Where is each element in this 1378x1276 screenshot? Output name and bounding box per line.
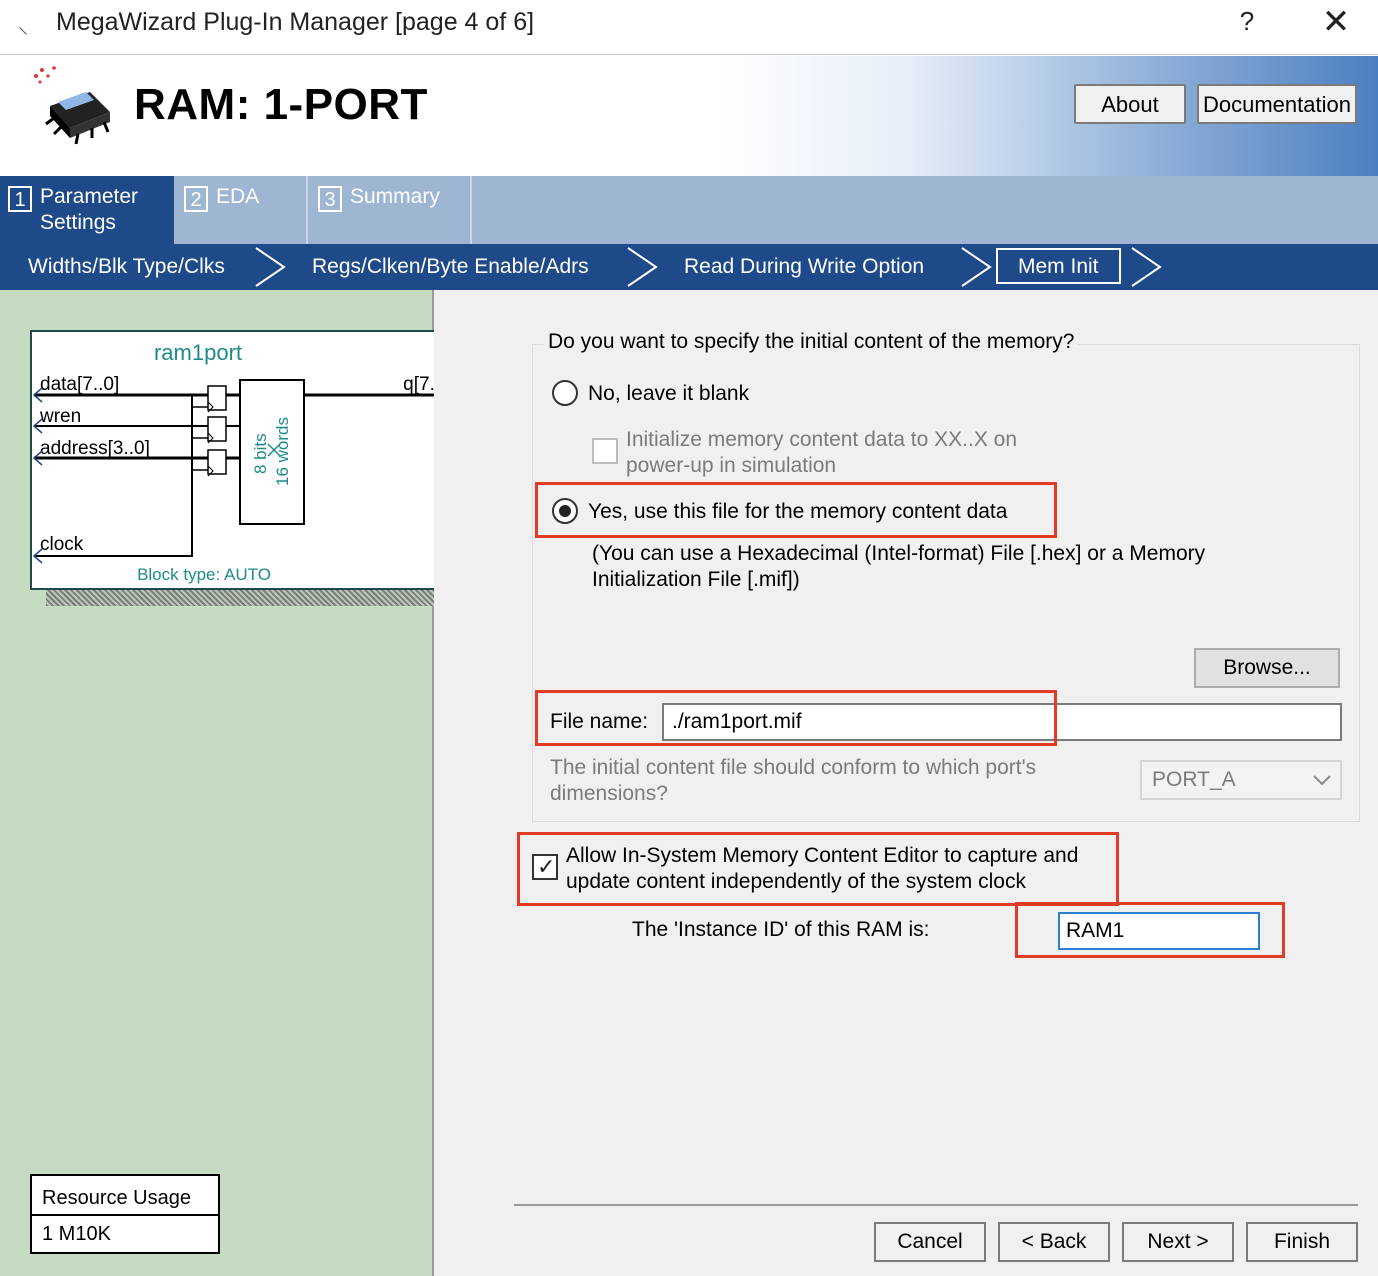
init-xx-label-line1: Initialize memory content data to XX..X … [626,428,1018,451]
page-title: RAM: 1-PORT [134,80,428,129]
instance-id-input[interactable]: RAM1 [1058,912,1260,950]
init-xx-checkbox[interactable] [592,438,618,464]
resource-usage-table: Resource Usage 1 M10K [30,1174,220,1254]
step-mem-init[interactable]: Mem Init [996,248,1121,284]
block-diagram: ram1port data[7..0] wren address[3..0] c… [30,330,464,590]
about-button[interactable]: About [1074,84,1186,124]
chevron-right-icon [627,247,658,287]
step-regs[interactable]: Regs/Clken/Byte Enable/Adrs [312,244,589,290]
file-format-hint-line1: (You can use a Hexadecimal (Intel-format… [592,542,1206,565]
browse-button[interactable]: Browse... [1194,648,1340,688]
ram-symbol: ram1port data[7..0] wren address[3..0] c… [32,340,462,584]
resource-usage-value: 1 M10K [42,1223,111,1245]
help-button[interactable]: ? [1232,6,1262,42]
tab-eda[interactable]: 2 EDA [176,176,308,244]
port-wren: wren [39,406,81,427]
chevron-right-icon [1131,247,1162,287]
tab-label-line: Settings [40,211,116,234]
documentation-button[interactable]: Documentation [1197,84,1357,124]
chevron-right-icon [961,247,992,287]
diagram-title: ram1port [154,340,242,365]
tab-parameter-settings[interactable]: 1 Parameter Settings [0,176,174,244]
allow-editor-checkbox[interactable]: ✓ [532,854,558,880]
header-banner: RAM: 1-PORT About Documentation [0,56,1378,176]
tab-number: 1 [8,186,32,212]
port-clock: clock [40,534,84,555]
tab-label: EDA [216,185,260,208]
tab-number: 3 [318,186,342,212]
chevron-down-icon [1313,775,1331,786]
step-read-during-write[interactable]: Read During Write Option [684,244,924,290]
init-xx-label-line2: power-up in simulation [626,454,837,477]
memory-chip-icon [34,66,110,145]
allow-editor-label-line1[interactable]: Allow In-System Memory Content Editor to… [566,844,1078,868]
port-question-line2: dimensions? [550,782,668,805]
tab-summary[interactable]: 3 Summary [310,176,472,244]
mem-init-question: Do you want to specify the initial conte… [544,330,1079,354]
instance-id-label: The 'Instance ID' of this RAM is: [632,918,930,941]
radio-no-blank[interactable] [552,380,578,406]
back-button[interactable]: < Back [998,1222,1110,1262]
bits-label: 8 bits [251,433,270,474]
footer-separator [514,1204,1358,1206]
block-type-label: Block type: AUTO [137,565,271,584]
window-title: MegaWizard Plug-In Manager [page 4 of 6] [56,8,535,36]
step-navigation: Widths/Blk Type/Clks Regs/Clken/Byte Ena… [0,244,1378,290]
radio-yes-file-label[interactable]: Yes, use this file for the memory conten… [588,500,1007,524]
tab-number: 2 [184,186,208,212]
port-data: data[7..0] [40,374,119,395]
file-name-label: File name: [550,710,649,733]
file-format-hint-line2: Initialization File [.mif]) [592,568,800,591]
radio-no-blank-label[interactable]: No, leave it blank [588,382,749,406]
radio-yes-file[interactable] [552,498,578,524]
check-mark-icon: ✓ [537,854,556,879]
tab-label-line: Parameter [40,185,139,208]
step-widths[interactable]: Widths/Blk Type/Clks [28,244,225,290]
cancel-button[interactable]: Cancel [874,1222,986,1262]
tab-label: Summary [350,185,440,208]
wizard-tabs: 1 Parameter Settings 2 EDA 3 Summary [0,176,1378,244]
words-label: 16 words [273,417,292,486]
resource-usage-header: Resource Usage [32,1176,218,1216]
file-name-input[interactable]: ./ram1port.mif [662,703,1342,741]
chevron-right-icon [255,247,286,287]
port-question-line1: The initial content file should conform … [550,756,1037,779]
wizard-wand-icon: ⸜ [18,16,28,38]
title-bar: ⸜ MegaWizard Plug-In Manager [page 4 of … [0,0,1378,55]
close-button[interactable]: ✕ [1316,2,1356,44]
finish-button[interactable]: Finish [1246,1222,1358,1262]
port-address: address[3..0] [40,438,150,459]
next-button[interactable]: Next > [1122,1222,1234,1262]
tab-label: Parameter Settings [40,184,138,236]
allow-editor-label-line2[interactable]: update content independently of the syst… [566,870,1026,894]
